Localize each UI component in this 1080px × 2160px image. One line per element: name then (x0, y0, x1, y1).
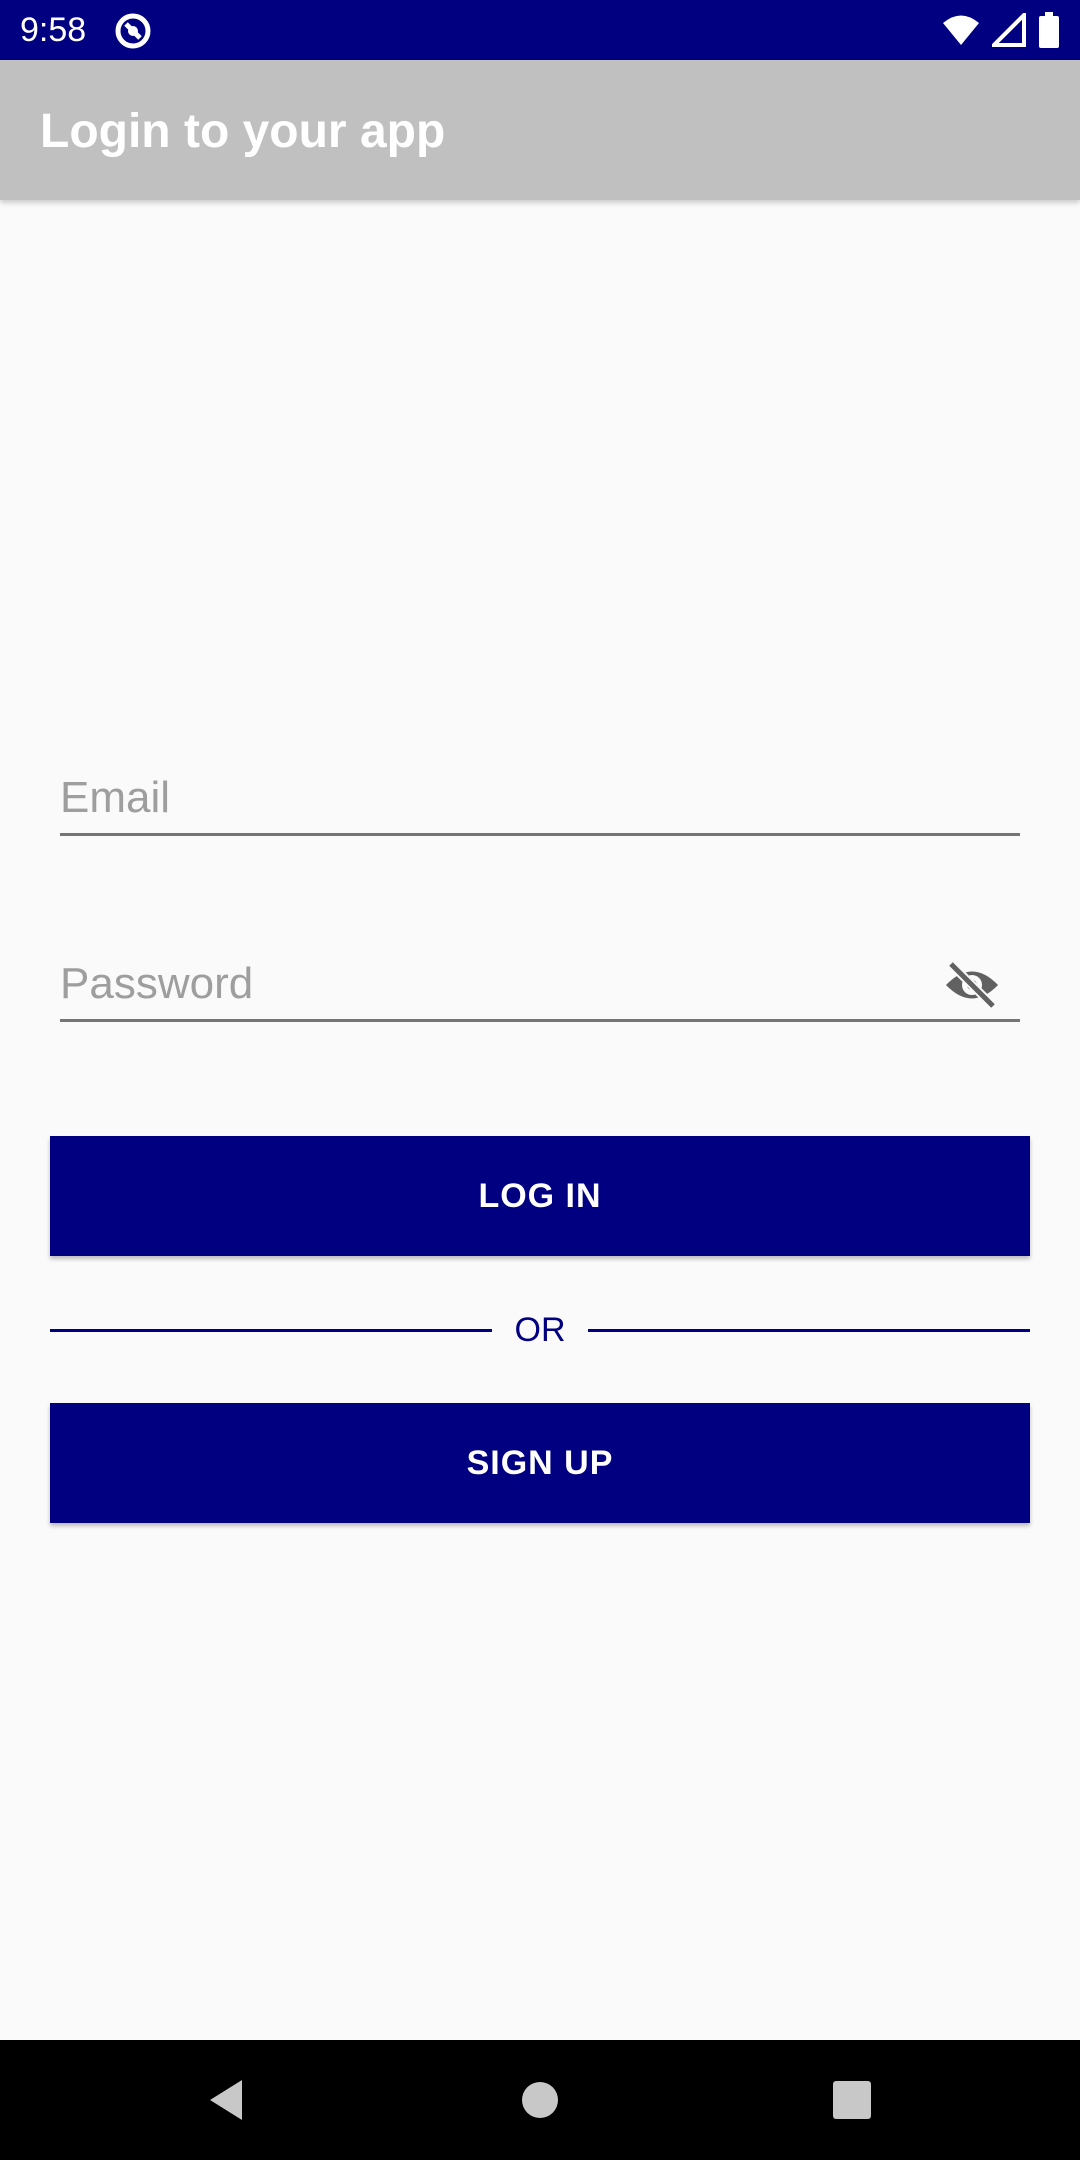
status-time: 9:58 (20, 11, 87, 49)
home-icon[interactable] (510, 2070, 570, 2130)
navigation-bar (0, 2040, 1080, 2160)
visibility-off-icon[interactable] (942, 960, 1002, 1010)
cell-signal-icon (992, 13, 1026, 47)
app-notification-icon (115, 13, 151, 49)
battery-icon (1039, 12, 1059, 48)
email-field[interactable] (60, 762, 1020, 836)
login-screen: 9:58 Login to your app Email LOG IN OR S… (0, 0, 1080, 2160)
page-title: Login to your app (40, 105, 446, 158)
email-field-container (60, 762, 1020, 840)
or-divider: OR (50, 1310, 1030, 1350)
signup-button[interactable]: SIGN UP (50, 1403, 1030, 1523)
back-icon[interactable] (196, 2070, 256, 2130)
password-field[interactable] (60, 948, 1020, 1022)
recents-icon[interactable] (822, 2070, 882, 2130)
divider-line-right (588, 1329, 1030, 1332)
app-bar: Login to your app (0, 60, 1080, 200)
status-icons (942, 12, 1060, 48)
status-bar: 9:58 (0, 0, 1080, 60)
login-button[interactable]: LOG IN (50, 1136, 1030, 1256)
password-field-container (60, 948, 1020, 1026)
wifi-icon (943, 15, 979, 45)
